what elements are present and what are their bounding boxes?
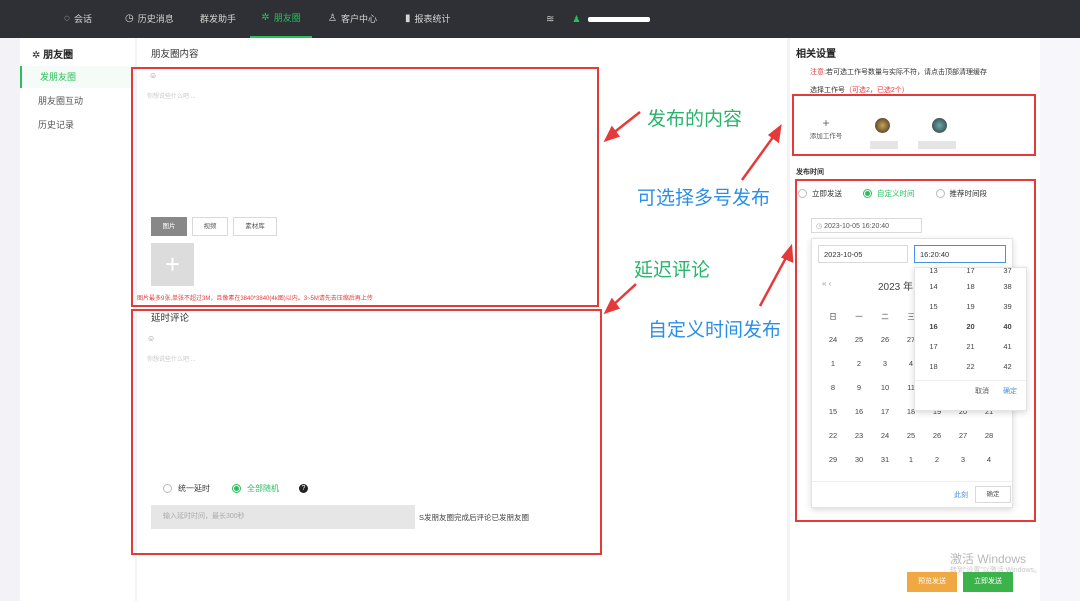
arrow-multi-account [740,132,778,181]
annotation-multi-account-label: 可选择多号发布 [637,188,771,209]
annotation-arrows [603,111,794,315]
arrow-content [611,111,641,135]
arrow-custom-time [758,253,790,307]
arrow-delay-comment [611,283,637,307]
annotation-custom-time-label: 自定义时间发布 [648,320,782,341]
annotation-delay-comment-label: 延迟评论 [634,260,711,281]
annotation-content-label: 发布的内容 [647,109,743,130]
